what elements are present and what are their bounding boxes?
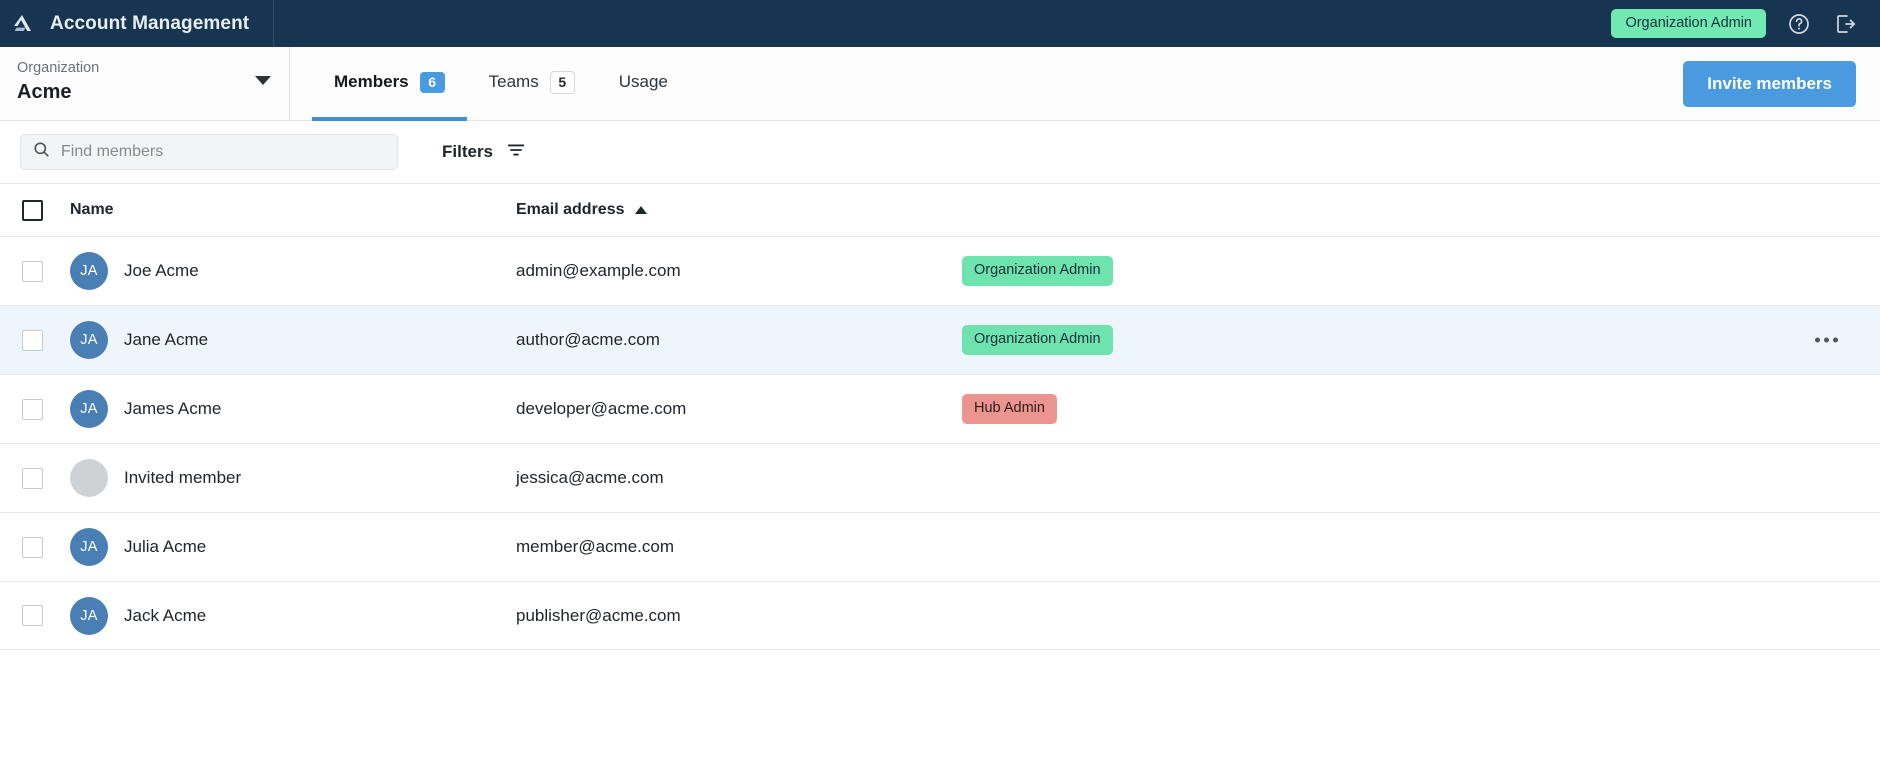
row-overflow-menu-icon[interactable] [1815, 337, 1838, 343]
column-header-name-label: Name [70, 201, 114, 218]
member-email: publisher@acme.com [516, 605, 681, 625]
avatar: JA [70, 390, 108, 428]
row-name-cell: JA Jack Acme [70, 596, 516, 635]
select-all-checkbox[interactable] [22, 199, 43, 221]
member-name: Julia Acme [124, 537, 207, 556]
sub-header: Organization Acme Members 6 Teams 5 Usag… [0, 47, 1880, 121]
status-badge: Organization Admin [962, 325, 1113, 355]
invite-area: Invite members [1683, 47, 1880, 120]
header-actions: Organization Admin [1611, 9, 1880, 38]
avatar: JA [70, 528, 108, 566]
member-name: Jane Acme [124, 330, 209, 349]
chevron-down-icon[interactable] [255, 76, 271, 85]
header-role-badge: Organization Admin [1611, 9, 1766, 38]
row-role-cell: Organization Admin [962, 256, 1858, 286]
table-row[interactable]: JA James Acme developer@acme.com Hub Adm… [0, 374, 1880, 443]
search-icon [32, 140, 51, 164]
column-header-email-label: Email address [516, 201, 625, 218]
table-row[interactable]: JA Julia Acme member@acme.com [0, 512, 1880, 581]
member-email: jessica@acme.com [516, 468, 664, 487]
table-header-row: Name Email address [0, 184, 1880, 236]
select-all-cell [22, 199, 70, 221]
member-email: developer@acme.com [516, 399, 687, 418]
search-input[interactable] [61, 143, 386, 161]
row-select-cell [22, 605, 70, 626]
table-row[interactable]: Invited member jessica@acme.com [0, 443, 1880, 512]
avatar: JA [70, 321, 108, 359]
member-name: Invited member [124, 468, 242, 487]
row-checkbox[interactable] [22, 398, 43, 420]
invite-members-button[interactable]: Invite members [1683, 60, 1856, 107]
table-row[interactable]: JA Jane Acme author@acme.com Organizatio… [0, 305, 1880, 374]
column-header-email[interactable]: Email address [516, 201, 962, 219]
avatar: JA [70, 596, 108, 635]
member-name: Jack Acme [124, 605, 207, 625]
status-badge: Hub Admin [962, 394, 1057, 424]
row-role-cell: Organization Admin [962, 325, 1858, 355]
avatar [70, 459, 108, 497]
row-name-cell: JA Julia Acme [70, 528, 516, 566]
sort-ascending-icon[interactable] [634, 206, 647, 214]
row-checkbox[interactable] [22, 605, 43, 626]
row-name-cell: Invited member [70, 459, 516, 497]
tab-usage-label: Usage [618, 72, 668, 91]
member-name: Joe Acme [124, 261, 199, 280]
organization-label: Organization [17, 60, 100, 76]
tab-members[interactable]: Members 6 [312, 47, 467, 121]
tab-members-count: 6 [419, 71, 445, 93]
app-header: Account Management Organization Admin [0, 0, 1880, 47]
filters-label: Filters [442, 142, 494, 161]
row-name-cell: JA Joe Acme [70, 252, 516, 290]
triangle-logo-icon [8, 10, 36, 38]
row-checkbox[interactable] [22, 260, 43, 282]
tab-bar: Members 6 Teams 5 Usage [290, 47, 690, 121]
help-circle-icon[interactable] [1786, 11, 1812, 37]
row-select-cell [22, 260, 70, 282]
member-email: member@acme.com [516, 537, 675, 556]
member-name: James Acme [124, 399, 222, 418]
tab-usage[interactable]: Usage [597, 47, 690, 121]
row-select-cell [22, 329, 70, 351]
filter-icon [505, 139, 527, 166]
member-email: author@acme.com [516, 330, 660, 349]
organization-selector[interactable]: Organization Acme [0, 47, 290, 120]
column-header-name[interactable]: Name [70, 201, 516, 219]
brand: Account Management [0, 0, 274, 47]
filters-button[interactable]: Filters [442, 139, 527, 166]
member-email: admin@example.com [516, 261, 681, 280]
row-name-cell: JA James Acme [70, 390, 516, 428]
row-checkbox[interactable] [22, 329, 43, 351]
list-toolbar: Filters [0, 121, 1880, 184]
tab-teams[interactable]: Teams 5 [467, 47, 597, 121]
row-role-cell: Hub Admin [962, 394, 1858, 424]
search-box[interactable] [20, 134, 398, 170]
row-select-cell [22, 398, 70, 420]
tab-teams-label: Teams [488, 72, 539, 91]
table-row[interactable]: JA Joe Acme admin@example.com Organizati… [0, 236, 1880, 305]
table-row[interactable]: JA Jack Acme publisher@acme.com [0, 581, 1880, 650]
row-checkbox[interactable] [22, 536, 43, 558]
logout-icon[interactable] [1832, 11, 1858, 37]
row-select-cell [22, 467, 70, 489]
organization-name: Acme [17, 81, 72, 103]
row-name-cell: JA Jane Acme [70, 321, 516, 359]
row-select-cell [22, 536, 70, 558]
status-badge: Organization Admin [962, 256, 1113, 286]
tab-members-label: Members [334, 72, 409, 91]
row-checkbox[interactable] [22, 467, 43, 489]
app-title: Account Management [50, 12, 250, 34]
tab-teams-count: 5 [549, 70, 575, 94]
members-table: Name Email address JA Joe Acme admin@exa… [0, 184, 1880, 650]
avatar: JA [70, 252, 108, 290]
